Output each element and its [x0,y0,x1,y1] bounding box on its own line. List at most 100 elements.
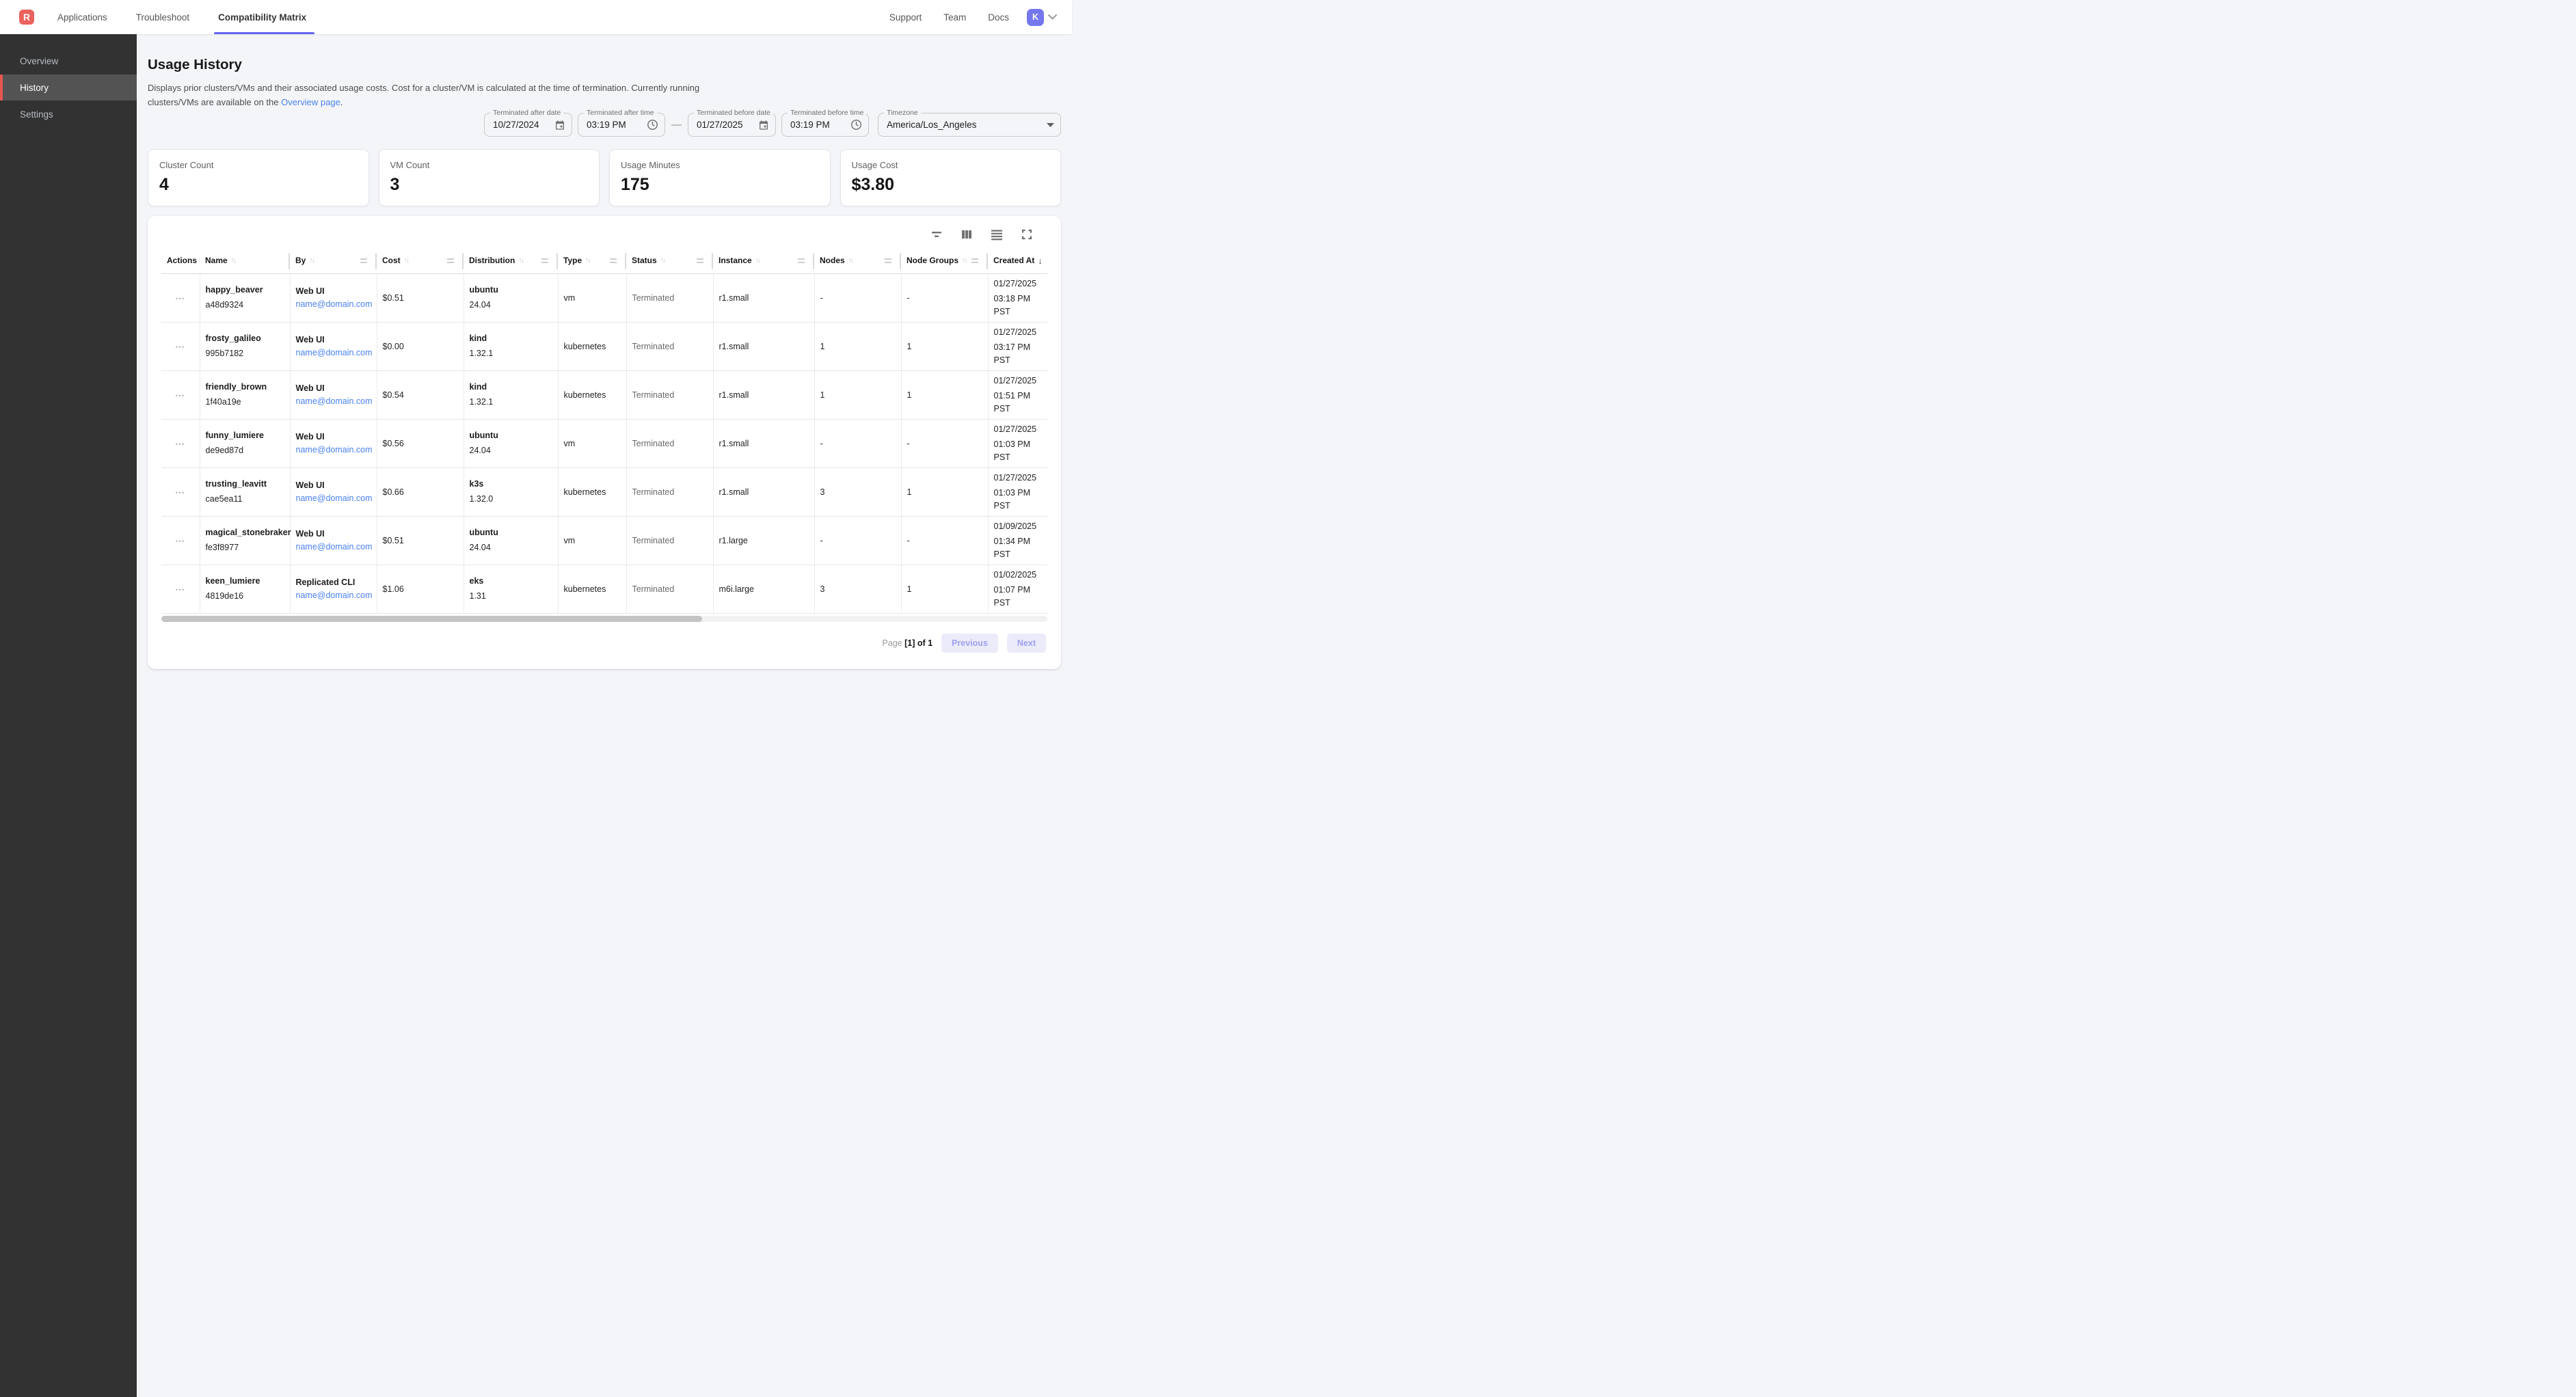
nodes-value: 1 [820,390,825,400]
email-link[interactable]: name@domain.com [296,396,373,406]
timezone-select[interactable]: Timezone America/Los_Angeles [878,113,1061,137]
row-actions-button[interactable]: ••• [176,538,185,545]
tab-compatibility-matrix[interactable]: Compatibility Matrix [215,0,309,34]
by-primary: Web UI [296,285,371,298]
distribution-secondary: 1.31 [470,590,552,603]
sort-icon[interactable]: ↑↓ [231,256,236,265]
filter-bar: Terminated after date 10/27/2024 Termina… [148,113,1061,137]
by-primary: Web UI [296,479,371,492]
nav-link-docs[interactable]: Docs [988,12,1009,23]
cell-type: kubernetes [558,370,626,419]
email-link[interactable]: name@domain.com [296,493,373,503]
page-indicator: Page [1] of 1 [882,638,933,648]
sidebar-item-overview[interactable]: Overview [0,48,137,74]
fullscreen-icon[interactable] [1019,226,1035,243]
tab-troubleshoot[interactable]: Troubleshoot [133,0,192,34]
email-link[interactable]: name@domain.com [296,299,373,309]
nav-link-support[interactable]: Support [889,12,922,23]
row-actions-button[interactable]: ••• [176,586,185,593]
email-link[interactable]: name@domain.com [296,591,373,600]
density-icon[interactable] [989,226,1005,243]
sort-icon[interactable]: ↑↓ [404,256,409,265]
column-label: By [295,256,306,265]
column-drag-handle-icon[interactable] [447,258,454,263]
column-header-name[interactable]: Name↑↓ [200,248,290,273]
terminated-after-date-input[interactable]: Terminated after date 10/27/2024 [484,113,572,137]
sort-icon[interactable]: ↑↓ [309,256,314,265]
terminated-before-time-input[interactable]: Terminated before time 03:19 PM [781,113,869,137]
row-actions-button[interactable]: ••• [176,295,185,302]
user-avatar[interactable]: K [1027,9,1044,26]
name-primary: keen_lumiere [206,575,284,588]
type-value: kubernetes [564,342,606,351]
email-link[interactable]: name@domain.com [296,348,373,357]
clock-icon[interactable] [850,119,862,131]
instance-value: m6i.large [719,584,754,594]
sidebar-item-history[interactable]: History [0,74,137,100]
row-actions-button[interactable]: ••• [176,489,185,496]
sort-icon[interactable]: ↑↓ [755,256,760,265]
column-drag-handle-icon[interactable] [697,258,703,263]
sidebar-item-settings[interactable]: Settings [0,101,137,127]
nav-link-team[interactable]: Team [943,12,966,23]
column-drag-handle-icon[interactable] [610,258,617,263]
column-header-type[interactable]: Type↑↓ [558,248,626,273]
column-drag-handle-icon[interactable] [360,258,367,263]
column-header-status[interactable]: Status↑↓ [626,248,713,273]
calendar-icon[interactable] [758,120,769,131]
terminated-before-date-input[interactable]: Terminated before date 01/27/2025 [688,113,776,137]
status-value: Terminated [632,439,675,448]
sort-desc-icon[interactable]: ↓ [1038,256,1043,266]
row-actions-button[interactable]: ••• [176,344,185,351]
column-drag-handle-icon[interactable] [971,258,978,263]
chevron-down-icon[interactable] [1048,14,1057,20]
scrollbar-thumb[interactable] [161,616,702,622]
previous-page-button[interactable]: Previous [941,634,998,653]
column-header-node-groups[interactable]: Node Groups↑↓ [901,248,988,273]
column-drag-handle-icon[interactable] [798,258,805,263]
cell-nodes: - [814,419,901,467]
sort-icon[interactable]: ↑↓ [585,256,590,265]
replicated-logo[interactable]: R [19,10,34,25]
by-primary: Web UI [296,528,371,541]
nav-right: Support Team Docs K [868,9,1072,26]
terminated-after-time-input[interactable]: Terminated after time 03:19 PM [578,113,665,137]
created-at-secondary: 03:18 PM PST [994,293,1043,318]
sort-icon[interactable]: ↑↓ [660,256,665,265]
page-title: Usage History [148,57,1061,73]
sort-icon[interactable]: ↑↓ [848,256,853,265]
column-drag-handle-icon[interactable] [885,258,891,263]
row-actions-button[interactable]: ••• [176,392,185,399]
calendar-icon[interactable] [554,120,565,131]
column-label: Nodes [820,256,845,265]
email-link[interactable]: name@domain.com [296,445,373,455]
tab-applications[interactable]: Applications [55,0,110,34]
table-row: •••funny_lumierede9ed87dWeb UIname@domai… [161,419,1047,467]
cell-cost: $0.66 [377,467,464,516]
column-header-nodes[interactable]: Nodes↑↓ [814,248,901,273]
column-header-instance[interactable]: Instance↑↓ [713,248,814,273]
sort-icon[interactable]: ↑↓ [518,256,523,265]
cost-value: $0.51 [383,293,404,303]
node-groups-value: - [907,439,910,448]
column-header-distribution[interactable]: Distribution↑↓ [464,248,558,273]
description-line1: Displays prior clusters/VMs and their as… [148,83,699,93]
overview-page-link[interactable]: Overview page [281,97,340,107]
columns-icon[interactable] [958,226,975,243]
status-value: Terminated [632,342,675,351]
email-link[interactable]: name@domain.com [296,542,373,552]
column-header-created-at[interactable]: Created At↓ [988,248,1047,273]
column-header-cost[interactable]: Cost↑↓ [377,248,464,273]
distribution-secondary: 1.32.0 [470,493,552,506]
sort-icon[interactable]: ↑↓ [962,256,967,265]
column-drag-handle-icon[interactable] [541,258,548,263]
created-at-secondary: 03:17 PM PST [994,341,1043,367]
created-at-secondary: 01:34 PM PST [994,535,1043,561]
filter-icon[interactable] [928,226,945,243]
next-page-button[interactable]: Next [1007,634,1046,653]
row-actions-button[interactable]: ••• [176,441,185,448]
column-header-by[interactable]: By↑↓ [290,248,377,273]
clock-icon[interactable] [647,119,658,131]
horizontal-scrollbar[interactable] [161,616,1047,622]
cell-distribution: ubuntu24.04 [464,516,558,565]
